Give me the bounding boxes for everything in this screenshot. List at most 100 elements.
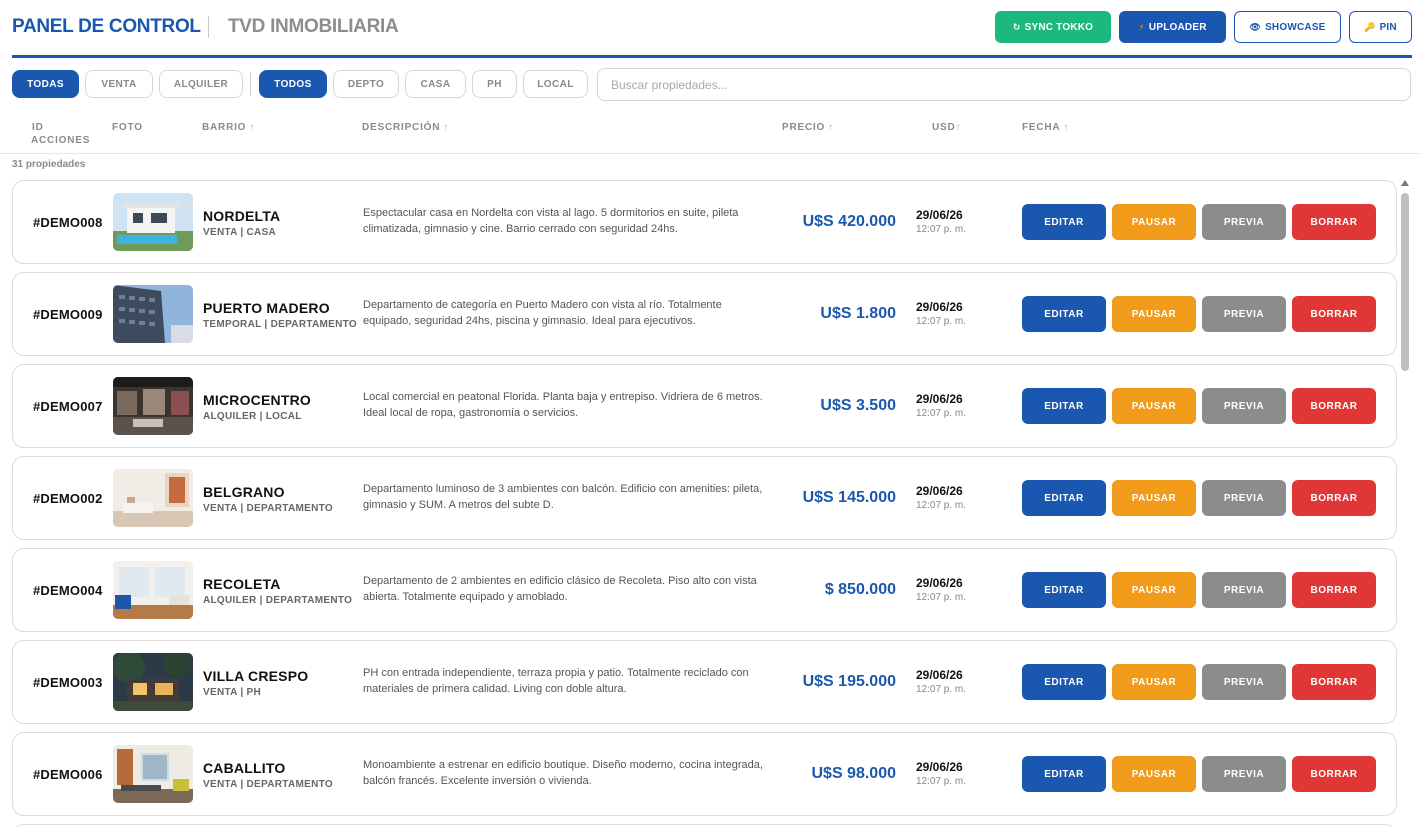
filter-divider [250,72,251,96]
pause-button[interactable]: PAUSAR [1112,664,1196,700]
pin-button[interactable]: 🔑 PIN [1349,11,1412,43]
studio-interior-photo[interactable] [113,745,193,803]
filter-type-ph[interactable]: PH [472,70,517,98]
edit-button[interactable]: EDITAR [1022,756,1106,792]
delete-button[interactable]: BORRAR [1292,756,1376,792]
preview-button[interactable]: PREVIA [1202,572,1286,608]
classic-living-photo[interactable] [113,561,193,619]
filter-type-local[interactable]: LOCAL [523,70,588,98]
sort-arrow-icon: ↑ [828,122,834,133]
pause-button[interactable]: PAUSAR [1112,572,1196,608]
filter-bar: TODAS VENTA ALQUILER TODOS DEPTO CASA PH… [0,68,1421,102]
table-row: #DEMO008 NORDELTA VENTA | CASA Espectacu… [12,180,1397,264]
property-price: U$S 145.000 [802,489,896,506]
property-barrio: MICROCENTRO [203,392,311,408]
search-input[interactable] [597,68,1411,101]
night-house-photo[interactable] [113,653,193,711]
filter-type-todos[interactable]: TODOS [259,70,327,98]
scroll-up-arrow-icon[interactable] [1401,180,1409,186]
column-header-description-label: DESCRIPCIÓN [362,122,441,133]
sort-arrow-icon: ↑ [443,122,450,133]
column-header-price-label: PRECIO [782,122,826,133]
delete-button[interactable]: BORRAR [1292,572,1376,608]
bright-living-photo[interactable] [113,469,193,527]
preview-button[interactable]: PREVIA [1202,756,1286,792]
filter-type-casa[interactable]: CASA [405,70,466,98]
property-id: #DEMO006 [33,767,103,782]
property-type: VENTA | PH [203,687,262,698]
edit-button[interactable]: EDITAR [1022,572,1106,608]
preview-button[interactable]: PREVIA [1202,296,1286,332]
filter-operation-todas[interactable]: TODAS [12,70,79,98]
preview-button[interactable]: PREVIA [1202,664,1286,700]
property-price: U$S 420.000 [802,213,896,230]
delete-button[interactable]: BORRAR [1292,480,1376,516]
showcase-button[interactable]: 👁 SHOWCASE [1234,11,1341,43]
preview-button[interactable]: PREVIA [1202,388,1286,424]
property-type: TEMPORAL | DEPARTAMENTO [203,319,357,330]
uploader-button[interactable]: ⚡ UPLOADER [1119,11,1226,43]
pause-button[interactable]: PAUSAR [1112,388,1196,424]
property-barrio: RECOLETA [203,576,281,592]
edit-button[interactable]: EDITAR [1022,296,1106,332]
property-type: ALQUILER | LOCAL [203,411,302,422]
column-header-barrio[interactable]: BARRIO ↑ [202,121,255,134]
preview-button[interactable]: PREVIA [1202,204,1286,240]
sort-arrow-icon: ↑ [955,122,962,133]
scrollbar-thumb[interactable] [1401,193,1409,371]
column-header-description[interactable]: DESCRIPCIÓN ↑ [362,121,449,134]
pause-button[interactable]: PAUSAR [1112,480,1196,516]
house-pool-photo[interactable] [113,193,193,251]
top-header: PANEL DE CONTROL TVD INMOBILIARIA ↻ SYNC… [0,0,1421,58]
property-date: 29/06/26 [916,668,963,682]
property-date: 29/06/26 [916,300,963,314]
column-header-id[interactable]: ID [32,121,44,134]
column-header-price[interactable]: PRECIO ↑ [782,121,834,134]
property-id: #DEMO007 [33,399,103,414]
property-barrio: PUERTO MADERO [203,300,330,316]
pause-button[interactable]: PAUSAR [1112,296,1196,332]
column-header-usd-label: USD [932,122,956,133]
sync-tokko-button[interactable]: ↻ SYNC TOKKO [995,11,1111,43]
edit-button[interactable]: EDITAR [1022,480,1106,516]
preview-button[interactable]: PREVIA [1202,480,1286,516]
column-header-usd[interactable]: USD↑ [932,121,961,134]
property-id: #DEMO009 [33,307,103,322]
table-header: ID ACCIONES FOTO BARRIO ↑ DESCRIPCIÓN ↑ PR… [0,114,1421,154]
key-icon: 🔑 [1364,21,1376,32]
table-row: #DEMO009 PUERTO MADERO TEMPORAL | DEPART… [12,272,1397,356]
page-title: PANEL DE CONTROL [12,16,201,37]
pause-button[interactable]: PAUSAR [1112,756,1196,792]
column-header-actions: ACCIONES [31,135,91,146]
filter-type-depto[interactable]: DEPTO [333,70,399,98]
property-barrio: CABALLITO [203,760,286,776]
edit-button[interactable]: EDITAR [1022,204,1106,240]
store-interior-photo[interactable] [113,377,193,435]
property-time: 12:07 p. m. [916,776,967,787]
property-description: Espectacular casa en Nordelta con vista … [363,207,739,235]
pause-button[interactable]: PAUSAR [1112,204,1196,240]
tower-building-photo[interactable] [113,285,193,343]
edit-button[interactable]: EDITAR [1022,664,1106,700]
column-header-date[interactable]: FECHA ↑ [1022,121,1069,134]
property-barrio: BELGRANO [203,484,285,500]
delete-button[interactable]: BORRAR [1292,296,1376,332]
property-price: U$S 98.000 [811,765,896,782]
property-price: U$S 3.500 [820,397,896,414]
filter-operation-venta[interactable]: VENTA [85,70,153,98]
title-divider [208,16,209,38]
delete-button[interactable]: BORRAR [1292,388,1376,424]
edit-button[interactable]: EDITAR [1022,388,1106,424]
table-row: #DEMO006 CABALLITO VENTA | DEPARTAMENTO … [12,732,1397,816]
delete-button[interactable]: BORRAR [1292,664,1376,700]
filter-operation-alquiler[interactable]: ALQUILER [159,70,243,98]
property-time: 12:07 p. m. [916,316,967,327]
delete-button[interactable]: BORRAR [1292,204,1376,240]
property-date: 29/06/26 [916,392,963,406]
column-header-photo: FOTO [112,122,143,133]
property-time: 12:07 p. m. [916,684,967,695]
property-price: $ 850.000 [824,581,896,598]
property-time: 12:07 p. m. [916,592,967,603]
property-barrio: VILLA CRESPO [203,668,309,684]
property-id: #DEMO004 [33,583,103,598]
